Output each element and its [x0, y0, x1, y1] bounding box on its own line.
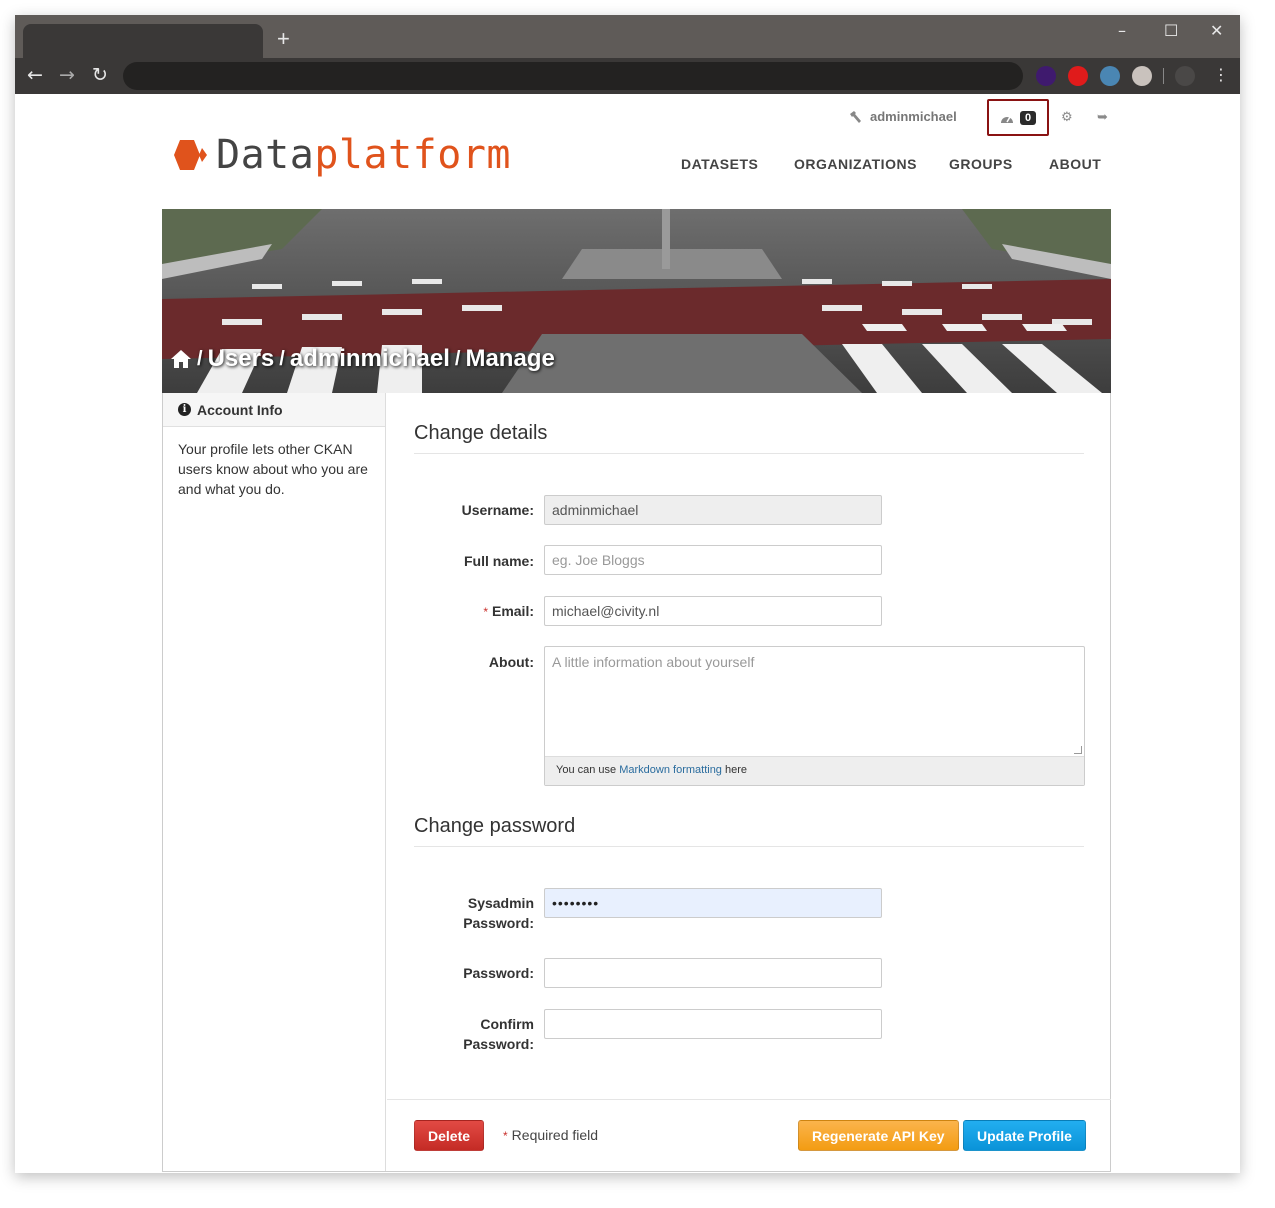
home-icon[interactable] [170, 349, 192, 369]
required-asterisk: * [503, 1129, 508, 1143]
password-field[interactable] [544, 958, 882, 988]
browser-window: + – ☐ ✕ ← → ↻ ⋮ adminmichael 0 ⚙ ➥ Datap… [15, 15, 1240, 1173]
markdown-suffix: here [725, 764, 748, 776]
markdown-hint: You can use Markdown formatting here [545, 757, 1084, 785]
about-textarea[interactable]: A little information about yourself You … [544, 646, 1085, 786]
extension-icon-3[interactable] [1100, 66, 1120, 86]
sidebar-description: Your profile lets other CKAN users know … [178, 441, 368, 497]
account-username: adminmichael [870, 109, 957, 124]
toolbar-separator [1163, 68, 1164, 84]
extension-icon-2[interactable] [1068, 66, 1088, 86]
info-icon: i [178, 403, 191, 416]
delete-button[interactable]: Delete [414, 1120, 485, 1151]
markdown-prefix: You can use [556, 764, 617, 776]
change-details-title: Change details [414, 422, 1084, 454]
required-asterisk: * [483, 605, 488, 619]
nav-datasets[interactable]: DATASETS [681, 156, 758, 172]
username-label: Username: [461, 502, 534, 518]
required-note-text: Required field [511, 1127, 599, 1143]
forward-button[interactable]: → [59, 64, 75, 86]
logo-text-platform: platform [314, 132, 511, 178]
email-label-text: Email: [491, 603, 534, 619]
dashboard-count-badge: 0 [1019, 110, 1037, 125]
back-button[interactable]: ← [27, 64, 43, 86]
content-area: i Account Info Your profile lets other C… [162, 393, 1111, 1172]
about-placeholder: A little information about yourself [552, 654, 755, 670]
markdown-link[interactable]: Markdown formatting [619, 764, 722, 776]
breadcrumb-user[interactable]: adminmichael [290, 345, 450, 373]
sysadmin-password-label-line2: Password: [463, 915, 534, 931]
fullname-field[interactable]: eg. Joe Bloggs [544, 545, 882, 575]
about-textarea-body[interactable]: A little information about yourself [545, 647, 1084, 757]
web-page: adminmichael 0 ⚙ ➥ Dataplatform DATASETS… [15, 94, 1240, 1173]
hero-banner: / Users / adminmichael / Manage [162, 209, 1111, 393]
logo-mark-icon [174, 140, 207, 170]
update-profile-button[interactable]: Update Profile [963, 1120, 1086, 1151]
confirm-password-label: Confirm Password: [409, 1014, 534, 1054]
confirm-password-label-line2: Password: [463, 1036, 534, 1052]
address-bar[interactable] [123, 62, 1023, 90]
extension-icon-4[interactable] [1132, 66, 1152, 86]
maximize-button[interactable]: ☐ [1164, 21, 1178, 40]
browser-toolbar: ← → ↻ ⋮ [15, 58, 1240, 94]
email-label: * Email: [409, 601, 534, 622]
logo-text-data: Data [216, 132, 315, 178]
sysadmin-password-field[interactable]: •••••••• [544, 888, 882, 918]
nav-about[interactable]: ABOUT [1049, 156, 1101, 172]
account-user-link[interactable]: adminmichael [848, 109, 957, 124]
profile-form: Change details Username: adminmichael Fu… [387, 393, 1111, 1171]
confirm-password-field[interactable] [544, 1009, 882, 1039]
nav-groups[interactable]: GROUPS [949, 156, 1013, 172]
fullname-label: Full name: [463, 553, 534, 569]
sysadmin-password-label: Sysadmin Password: [409, 893, 534, 933]
gear-icon[interactable]: ⚙ [1061, 110, 1073, 125]
sign-out-icon[interactable]: ➥ [1097, 110, 1108, 125]
browser-tab-strip: + – ☐ ✕ [15, 15, 1240, 58]
hammer-icon [850, 110, 861, 123]
regenerate-api-key-button[interactable]: Regenerate API Key [798, 1120, 959, 1151]
form-actions: Delete * Required field Regenerate API Ke… [387, 1099, 1111, 1171]
profile-avatar[interactable] [1175, 66, 1195, 86]
username-field: adminmichael [544, 495, 882, 525]
sidebar-header: i Account Info [163, 393, 385, 427]
browser-tab[interactable] [23, 24, 263, 58]
nav-organizations[interactable]: ORGANIZATIONS [794, 156, 917, 172]
breadcrumb: / Users / adminmichael / Manage [170, 345, 555, 373]
reload-button[interactable]: ↻ [92, 64, 108, 86]
breadcrumb-sep: / [197, 347, 203, 370]
breadcrumb-sep: / [279, 347, 285, 370]
browser-menu-button[interactable]: ⋮ [1213, 64, 1229, 86]
sysadmin-password-label-line1: Sysadmin [467, 895, 534, 911]
breadcrumb-sep: / [454, 347, 461, 370]
close-window-button[interactable]: ✕ [1210, 21, 1223, 40]
required-field-note: * Required field [503, 1127, 598, 1143]
dashboard-icon [1000, 116, 1013, 123]
about-label: About: [488, 654, 534, 670]
extension-icon-1[interactable] [1036, 66, 1056, 86]
password-label: Password: [463, 965, 534, 981]
change-password-title: Change password [414, 815, 1084, 847]
sidebar: i Account Info Your profile lets other C… [163, 393, 386, 1171]
minimize-button[interactable]: – [1118, 21, 1126, 40]
breadcrumb-users[interactable]: Users [208, 345, 275, 373]
dashboard-button[interactable]: 0 [987, 99, 1049, 136]
new-tab-button[interactable]: + [277, 27, 290, 51]
email-field[interactable]: michael@civity.nl [544, 596, 882, 626]
breadcrumb-manage[interactable]: Manage [465, 345, 554, 373]
site-logo[interactable]: Dataplatform [172, 132, 511, 178]
resize-handle[interactable] [1074, 746, 1082, 754]
confirm-password-label-line1: Confirm [480, 1016, 534, 1032]
sidebar-title: Account Info [197, 401, 283, 418]
